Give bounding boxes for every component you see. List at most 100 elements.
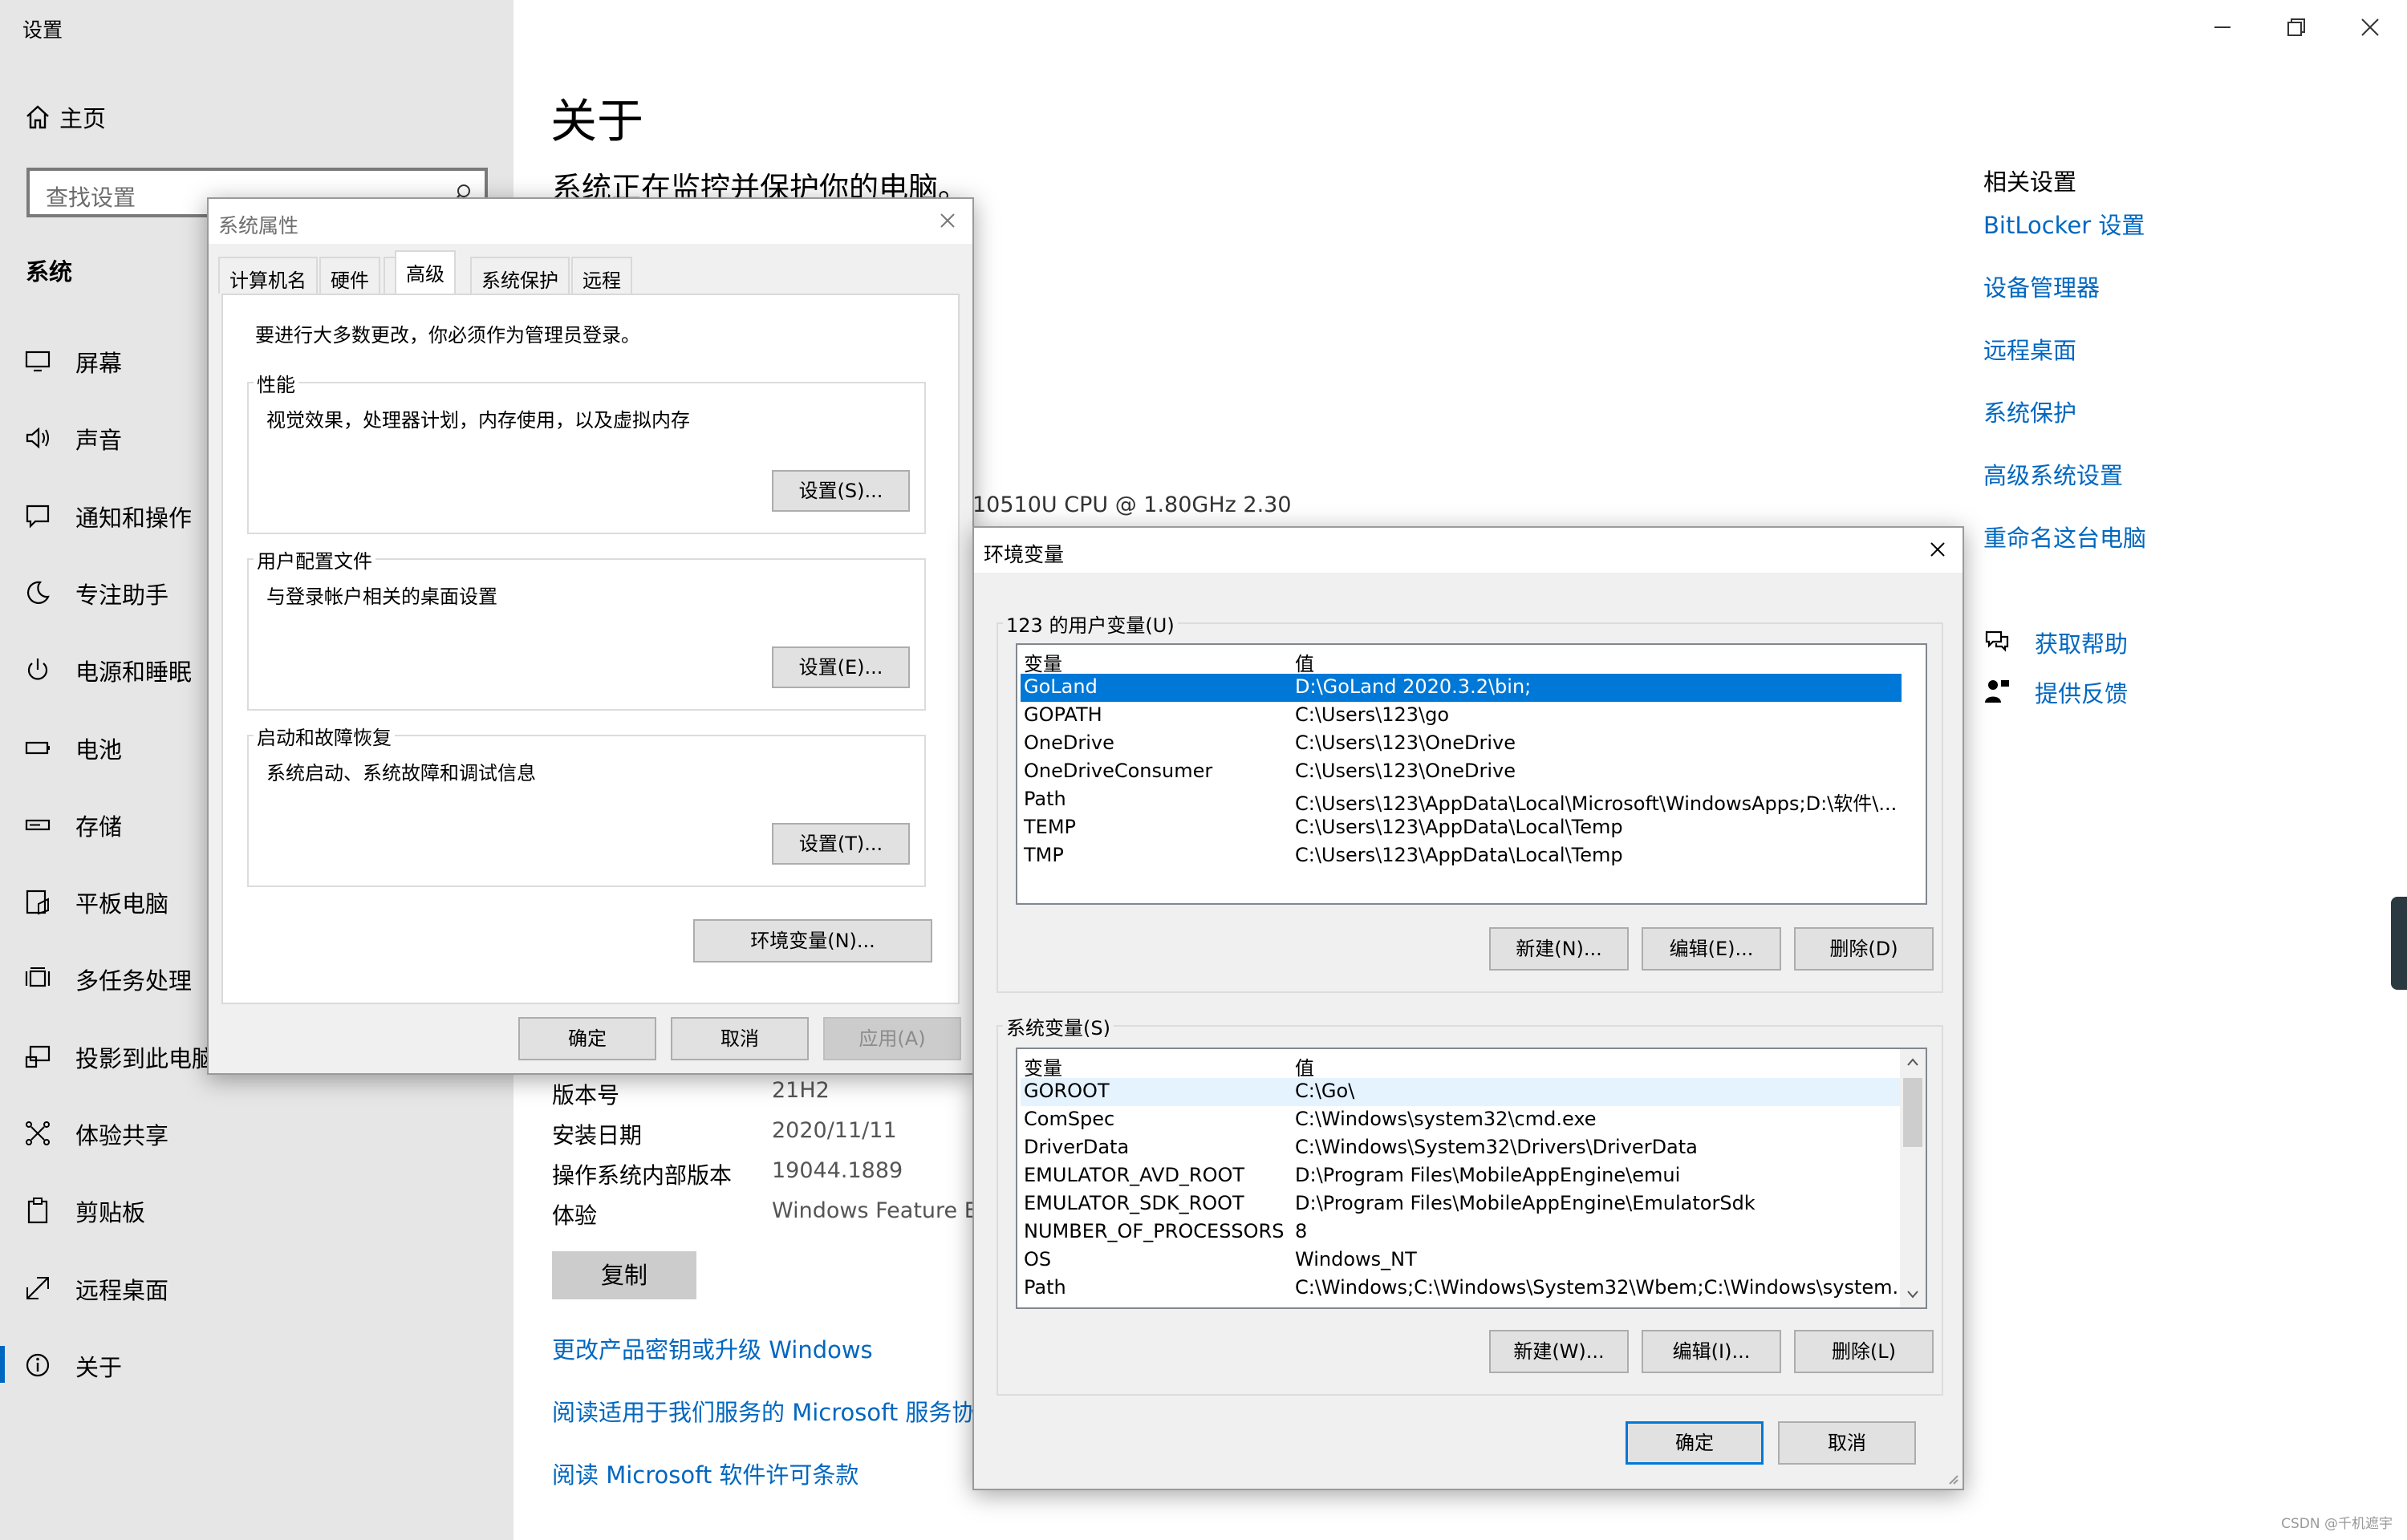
advanced-system-settings-link[interactable]: 高级系统设置 [1983,457,2123,491]
system-variable-row[interactable]: GOROOT C:\Go\ [1021,1078,1902,1106]
home-nav-item[interactable]: 主页 [24,99,106,135]
user-variable-row[interactable]: TEMP C:\Users\123\AppData\Local\Temp [1021,814,1902,842]
system-variable-row[interactable]: Path C:\Windows;C:\Windows\System32\Wbem;… [1021,1275,1910,1303]
user-profiles-group-title: 用户配置文件 [254,545,375,573]
user-new-button[interactable]: 新建(N)... [1489,927,1629,971]
system-protection-link[interactable]: 系统保护 [1983,395,2076,428]
sidebar-item-label: 屏幕 [75,350,123,377]
user-variable-var-name: TMP [1024,844,1064,866]
scroll-down-icon[interactable] [1900,1282,1926,1307]
copy-button[interactable]: 复制 [552,1251,696,1299]
scroll-up-icon[interactable] [1900,1049,1926,1075]
user-variable-row[interactable]: OneDriveConsumer C:\Users\123\OneDrive [1021,758,1902,786]
sysprops-ok-button[interactable]: 确定 [518,1017,656,1060]
user-variable-row[interactable]: TMP C:\Users\123\AppData\Local\Temp [1021,842,1902,870]
user-variables-list[interactable]: 变量 值 GoLand D:\GoLand 2020.3.2\bin; GOPATH… [1016,643,1927,905]
environment-variables-button[interactable]: 环境变量(N)... [693,919,932,962]
sysprops-apply-button[interactable]: 应用(A) [823,1017,961,1060]
change-product-key-link[interactable]: 更改产品密钥或升级 Windows [552,1331,873,1365]
close-icon[interactable] [936,209,960,233]
tab-hardware[interactable]: 硬件 [319,257,380,294]
sidebar-item-label: 投影到此电脑 [75,1044,216,1072]
close-window-icon[interactable] [2354,11,2386,43]
system-col-variable[interactable]: 变量 [1024,1052,1062,1080]
side-widget[interactable] [2391,897,2407,990]
user-variable-row[interactable]: OneDrive C:\Users\123\OneDrive [1021,730,1902,758]
sysprops-titlebar[interactable]: 系统属性 [209,199,972,244]
startup-recovery-settings-button[interactable]: 设置(T)... [772,823,910,865]
system-variable-var-value: D:\Program Files\MobileAppEngine\emui [1295,1164,1681,1186]
system-variable-var-value: Windows_NT [1295,1248,1417,1270]
sidebar-item-14[interactable]: 关于 [0,1338,513,1391]
system-variable-var-value: C:\Go\ [1295,1080,1355,1102]
restore-icon[interactable] [2280,11,2312,43]
minimize-icon[interactable] [2206,11,2239,43]
user-variable-var-name: Path [1024,788,1066,810]
sidebar-item-label: 远程桌面 [75,1276,169,1304]
system-variables-list[interactable]: 变量 值 GOROOT C:\Go\ ComSpec C:\Windows\syste… [1016,1048,1927,1309]
user-delete-button[interactable]: 删除(D) [1794,927,1934,971]
resize-grip-icon[interactable] [1946,1473,1959,1485]
system-variable-row[interactable]: DriverData C:\Windows\System32\Drivers\Dr… [1021,1134,1902,1162]
system-col-value[interactable]: 值 [1295,1052,1314,1080]
sidebar-item-12[interactable]: 剪贴板 [0,1183,513,1236]
tab-advanced-active[interactable]: 高级 [395,250,456,295]
tab-computer-name[interactable]: 计算机名 [218,257,318,294]
bitlocker-link[interactable]: BitLocker 设置 [1983,207,2145,241]
user-col-value[interactable]: 值 [1295,648,1314,676]
user-variable-var-name: OneDrive [1024,732,1114,754]
user-variable-row[interactable]: Path C:\Users\123\AppData\Local\Microsoft… [1021,786,1902,815]
user-list-header: 变量 值 [1017,645,1926,676]
system-variable-var-name: EMULATOR_SDK_ROOT [1024,1192,1244,1214]
system-variable-row[interactable]: OS Windows_NT [1021,1246,1902,1275]
rename-pc-link[interactable]: 重命名这台电脑 [1983,520,2146,553]
user-variable-var-name: GOPATH [1024,703,1102,726]
system-list-scrollbar[interactable] [1900,1049,1926,1307]
system-variable-row[interactable]: ComSpec C:\Windows\system32\cmd.exe [1021,1106,1902,1134]
spec-label-experience: 体验 [552,1202,598,1229]
system-list-header: 变量 值 [1017,1049,1926,1080]
user-variable-var-value: C:\Users\123\AppData\Local\Temp [1295,844,1623,866]
chat-help-icon [1985,630,2009,652]
system-variable-row[interactable]: EMULATOR_SDK_ROOT D:\Program Files\Mobile… [1021,1190,1902,1218]
performance-settings-button[interactable]: 设置(S)... [772,470,910,512]
envvars-titlebar[interactable]: 环境变量 [974,528,1963,573]
tab-system-protection[interactable]: 系统保护 [470,257,570,294]
sidebar-item-label: 多任务处理 [75,967,193,995]
user-variable-row[interactable]: GOPATH C:\Users\123\go [1021,702,1902,730]
multitask-icon [25,967,51,987]
user-profiles-settings-button[interactable]: 设置(E)... [772,646,910,688]
user-variable-var-value: D:\GoLand 2020.3.2\bin; [1295,675,1532,698]
user-variable-var-value: C:\Users\123\OneDrive [1295,760,1516,782]
system-delete-button[interactable]: 删除(L) [1794,1330,1934,1373]
sidebar-item-13[interactable]: 远程桌面 [0,1261,513,1314]
envvars-ok-button[interactable]: 确定 [1626,1421,1764,1465]
system-edit-button[interactable]: 编辑(I)... [1642,1330,1781,1373]
sysprops-title: 系统属性 [218,214,299,237]
user-col-variable[interactable]: 变量 [1024,648,1062,676]
system-variable-row[interactable]: NUMBER_OF_PROCESSORS 8 [1021,1218,1902,1246]
performance-desc: 视觉效果，处理器计划，内存使用，以及虚拟内存 [266,409,690,432]
close-icon[interactable] [1926,537,1950,561]
sysprops-cancel-button[interactable]: 取消 [671,1017,809,1060]
system-new-button[interactable]: 新建(W)... [1489,1330,1629,1373]
user-profiles-group: 用户配置文件 与登录帐户相关的桌面设置 设置(E)... [247,545,926,711]
sidebar-item-label: 存储 [75,813,123,841]
tab-remote[interactable]: 远程 [571,257,632,294]
user-variable-var-value: C:\Users\123\AppData\Local\Temp [1295,816,1623,838]
scrollbar-thumb[interactable] [1903,1078,1922,1147]
system-variable-var-value: D:\Program Files\MobileAppEngine\Emulato… [1295,1192,1756,1214]
watermark: CSDN @千机遮宇 [2281,1516,2393,1532]
service-agreement-link[interactable]: 阅读适用于我们服务的 Microsoft 服务协议 [552,1394,998,1428]
user-edit-button[interactable]: 编辑(E)... [1642,927,1781,971]
device-manager-link[interactable]: 设备管理器 [1983,270,2100,303]
speaker-icon [26,427,49,449]
license-terms-link[interactable]: 阅读 Microsoft 软件许可条款 [552,1457,858,1490]
envvars-cancel-button[interactable]: 取消 [1778,1421,1916,1465]
remote-desktop-link[interactable]: 远程桌面 [1983,332,2076,366]
sidebar-item-label: 专注助手 [75,581,169,609]
sidebar-item-11[interactable]: 体验共享 [0,1106,513,1159]
user-variable-row[interactable]: GoLand D:\GoLand 2020.3.2\bin; [1021,674,1902,702]
system-variable-var-name: GOROOT [1024,1080,1110,1102]
system-variable-row[interactable]: EMULATOR_AVD_ROOT D:\Program Files\Mobile… [1021,1162,1902,1190]
